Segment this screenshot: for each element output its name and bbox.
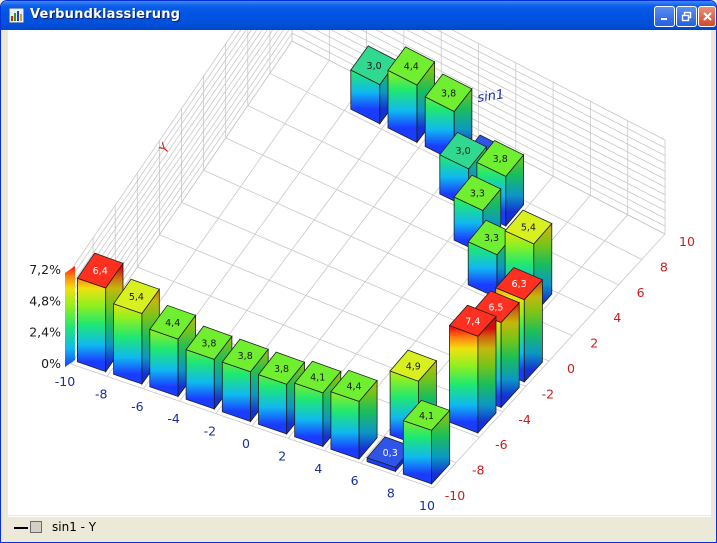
- bar-value-label: 3,8: [201, 338, 216, 349]
- x-axis-tick-label: -4: [167, 411, 180, 426]
- y-axis-tick-label: 6: [637, 285, 645, 300]
- close-icon: [702, 12, 712, 21]
- bar: 7,4: [448, 304, 497, 434]
- y-axis-tick-label: 0: [567, 361, 575, 376]
- x-axis-tick-label: 6: [351, 473, 359, 488]
- y-axis-tick-label: -10: [445, 488, 465, 503]
- bar-value-label: 4,4: [404, 62, 419, 73]
- x-axis-tick-label: -8: [95, 386, 108, 401]
- bar-front-face: [330, 391, 360, 460]
- bar-value-label: 6,3: [512, 279, 527, 290]
- window-title: Verbundklassierung: [30, 7, 181, 22]
- bar-front-face: [149, 328, 179, 398]
- restore-button[interactable]: [676, 6, 697, 27]
- bar-front-face: [402, 420, 433, 485]
- bar-value-label: 3,8: [493, 154, 508, 165]
- y-axis-tick-label: 10: [679, 234, 695, 249]
- y-axis-tick-label: 4: [613, 310, 621, 325]
- bar: 4,1: [402, 399, 451, 485]
- x-axis-tick-label: 4: [314, 461, 322, 476]
- chart-app-icon: [9, 8, 24, 23]
- bar-value-label: 4,1: [310, 373, 325, 384]
- bar-front-face: [294, 382, 324, 447]
- restore-icon: [681, 11, 692, 22]
- bar-front-face: [185, 349, 215, 410]
- y-axis-tick-label: 8: [660, 259, 668, 274]
- y-axis-tick-label: 2: [590, 336, 598, 351]
- bar-value-label: 3,3: [470, 188, 485, 199]
- x-axis-tick-label: -6: [131, 399, 144, 414]
- z-axis-tick-label: 7,2%: [29, 262, 61, 277]
- x-axis-tick-label: -2: [204, 424, 216, 439]
- x-axis-title: sin1: [476, 87, 505, 106]
- bar-front-face: [77, 277, 107, 373]
- y-axis-tick-label: -2: [542, 386, 554, 401]
- bar: 4,4: [330, 369, 378, 460]
- legend-bar: sin1 - Y: [8, 516, 711, 539]
- bar3d-chart: 3,04,43,80,63,03,83,30,53,35,41,16,36,57…: [29, 1, 695, 513]
- bar-front-face: [221, 361, 251, 423]
- y-axis-tick-label: -4: [518, 412, 531, 427]
- legend-label: sin1 - Y: [52, 520, 97, 534]
- z-axis-tick-label: 4,8%: [29, 293, 61, 308]
- bar-front-face: [258, 374, 288, 435]
- bar-value-label: 5,4: [521, 223, 536, 234]
- app-window: Verbundklassierung 3,0 4,4 3,8 3,0 3,8 3…: [0, 0, 717, 543]
- y-axis-tick-label: -6: [495, 437, 508, 452]
- color-scale-ribbon: [65, 266, 75, 367]
- bar-value-label: 3,8: [441, 88, 456, 99]
- y-axis-tick-label: -8: [472, 463, 485, 478]
- x-axis-tick-label: 8: [387, 486, 395, 501]
- bar-value-label: 6,4: [93, 266, 108, 277]
- title-bar[interactable]: Verbundklassierung: [1, 1, 716, 30]
- x-axis-tick-label: 2: [278, 448, 286, 463]
- bar-value-label: 3,8: [274, 364, 289, 375]
- z-axis-tick-label: 2,4%: [29, 325, 61, 340]
- bar-value-label: 6,5: [488, 302, 503, 313]
- bar-value-label: 3,0: [456, 146, 471, 157]
- bar-value-label: 0,3: [383, 448, 398, 459]
- bar-value-label: 3,8: [238, 351, 253, 362]
- bar-value-label: 7,4: [465, 316, 480, 327]
- x-axis-tick-label: 10: [419, 498, 435, 513]
- minimize-button[interactable]: [654, 6, 675, 27]
- bar-value-label: 3,0: [367, 61, 382, 72]
- legend-checkbox[interactable]: [30, 521, 42, 533]
- bar-value-label: 4,1: [419, 411, 434, 422]
- bar-value-label: 4,4: [346, 382, 361, 393]
- bar-value-label: 3,3: [484, 233, 499, 244]
- legend-line-swatch: [14, 527, 28, 529]
- z-axis-tick-label: 0%: [41, 356, 61, 371]
- bar-front-face: [113, 303, 143, 385]
- bar-value-label: 4,9: [406, 361, 421, 372]
- x-axis-tick-label: -10: [55, 374, 75, 389]
- bar-front-face: [449, 324, 479, 434]
- bar-value-label: 4,4: [165, 318, 180, 329]
- x-axis-tick-label: 0: [242, 436, 250, 451]
- close-button[interactable]: [698, 6, 716, 27]
- bar-value-label: 5,4: [129, 292, 144, 303]
- chart-area[interactable]: 3,04,43,80,63,03,83,30,53,35,41,16,36,57…: [8, 1, 711, 515]
- minimize-icon: [661, 18, 667, 20]
